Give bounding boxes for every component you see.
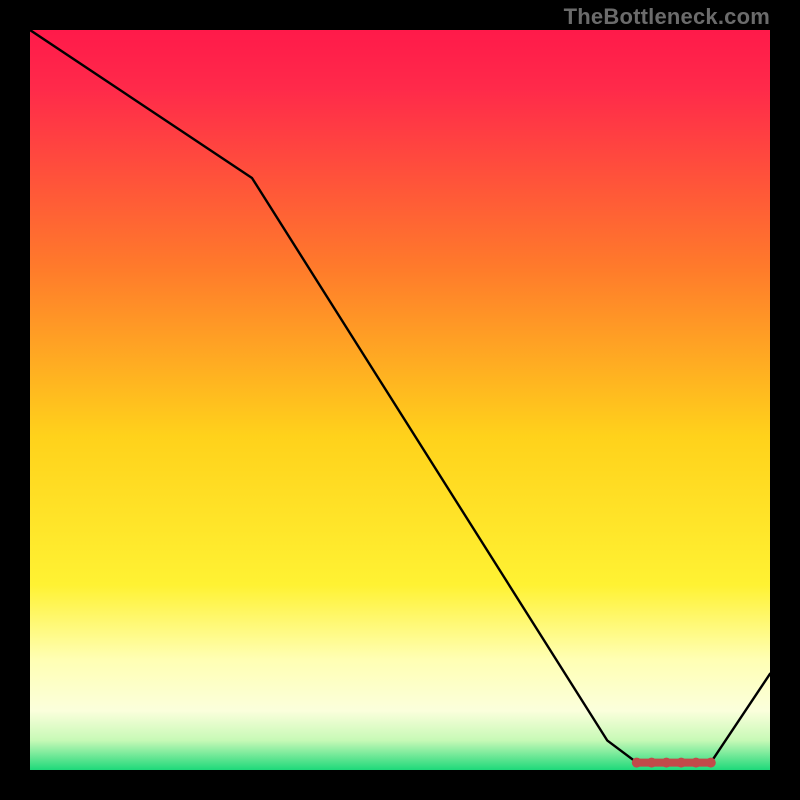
chart-frame: TheBottleneck.com	[0, 0, 800, 800]
optimum-marker	[706, 758, 716, 768]
chart-svg	[30, 30, 770, 770]
optimum-marker	[691, 758, 701, 768]
optimum-marker	[661, 758, 671, 768]
optimum-marker	[647, 758, 657, 768]
gradient-background	[30, 30, 770, 770]
optimum-marker	[632, 758, 642, 768]
optimum-marker	[676, 758, 686, 768]
watermark-label: TheBottleneck.com	[564, 4, 770, 30]
plot-area	[30, 30, 770, 770]
optimum-markers	[632, 758, 716, 768]
